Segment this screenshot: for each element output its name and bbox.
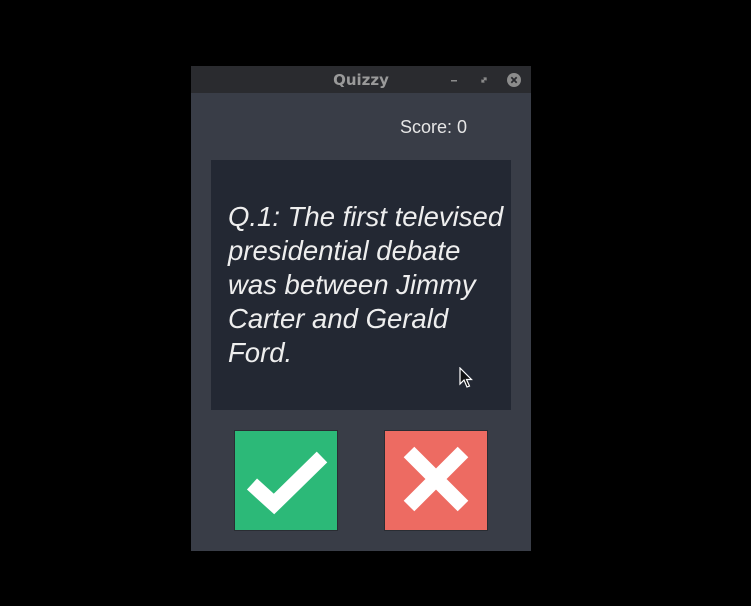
close-icon[interactable] <box>506 72 522 88</box>
question-text: Q.1: The first televised presidential de… <box>228 201 504 368</box>
false-button[interactable] <box>384 430 488 531</box>
maximize-icon[interactable] <box>476 72 492 88</box>
true-button[interactable] <box>234 430 338 531</box>
score-label: Score: 0 <box>400 117 468 137</box>
quiz-window: Quizzy Score: 0 Q.1: The first televised… <box>191 66 531 551</box>
mouse-cursor-icon <box>459 366 473 394</box>
title-bar[interactable]: Quizzy <box>191 66 531 93</box>
minimize-icon[interactable] <box>446 72 462 88</box>
checkmark-icon <box>246 451 328 515</box>
cross-icon <box>403 446 469 512</box>
